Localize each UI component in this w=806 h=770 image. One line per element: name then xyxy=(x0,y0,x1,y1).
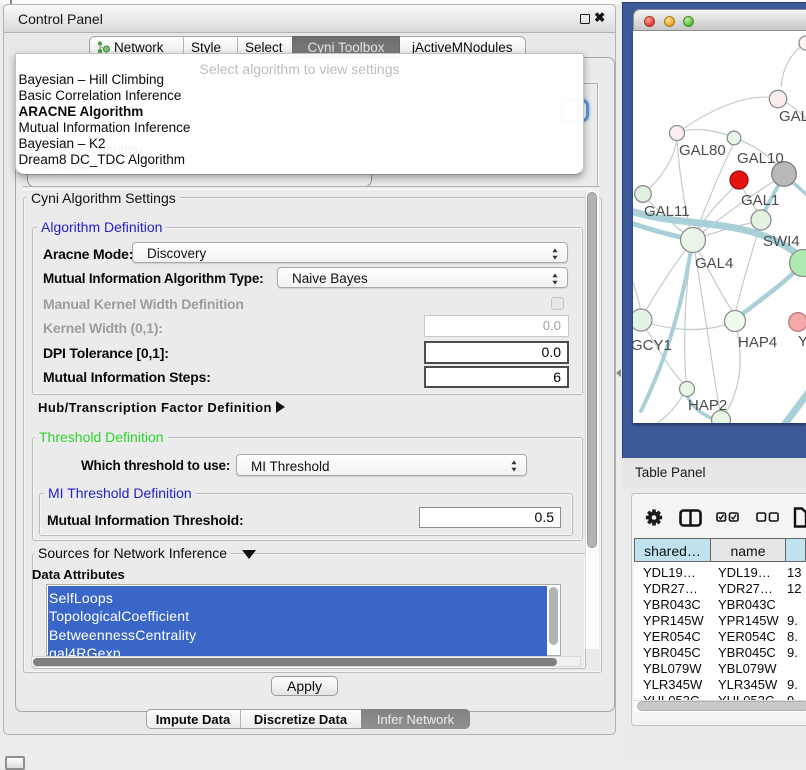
svg-text:GAL1: GAL1 xyxy=(741,192,779,209)
svg-text:GAL80: GAL80 xyxy=(679,142,726,159)
svg-text:GAL11: GAL11 xyxy=(644,203,690,220)
svg-text:SWI4: SWI4 xyxy=(763,233,800,250)
svg-text:Y: Y xyxy=(798,333,806,350)
svg-text:HAP2: HAP2 xyxy=(688,397,727,414)
svg-text:GCY1: GCY1 xyxy=(633,337,672,354)
svg-text:HAP4: HAP4 xyxy=(738,334,777,351)
svg-text:GAL2: GAL2 xyxy=(779,108,806,125)
svg-text:GAL10: GAL10 xyxy=(737,150,784,167)
svg-text:GAL4: GAL4 xyxy=(695,255,733,272)
